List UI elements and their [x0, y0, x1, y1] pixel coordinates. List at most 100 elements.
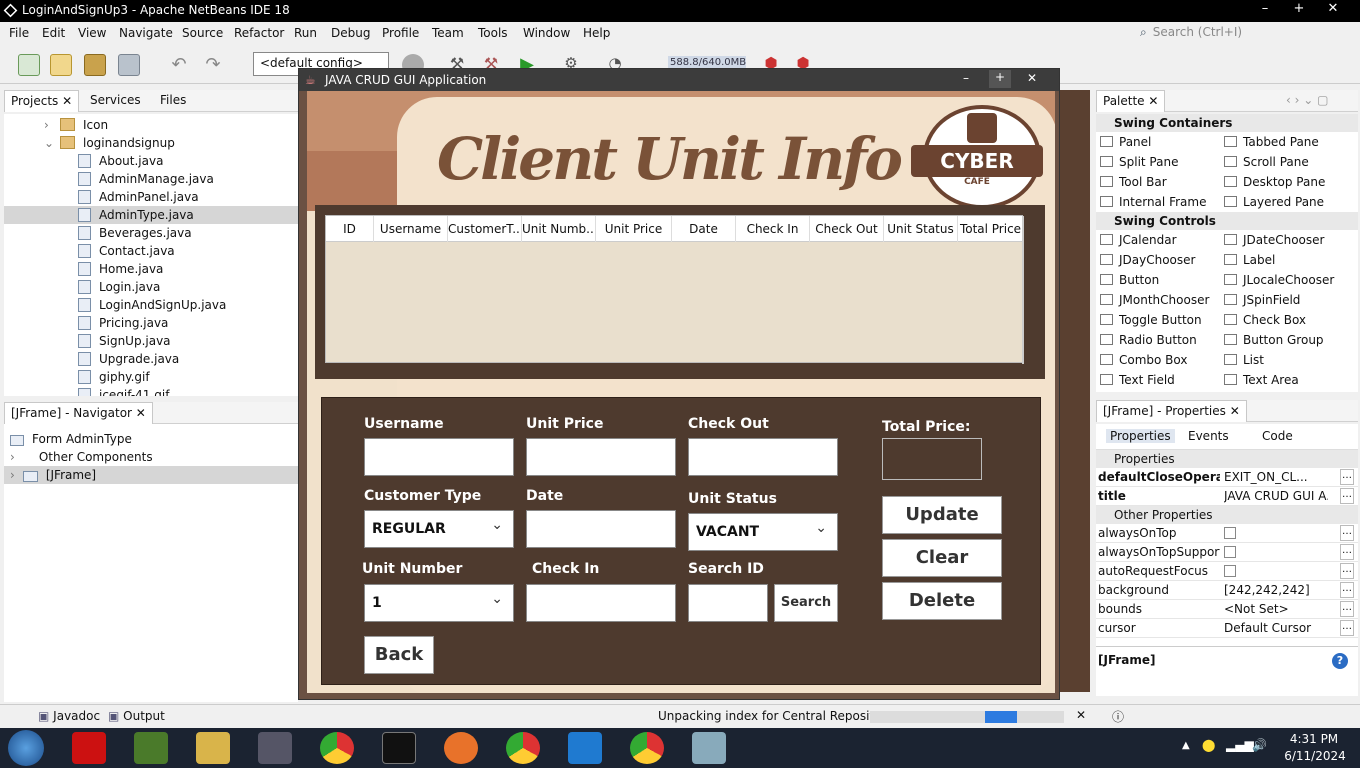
col-unit-status[interactable]: Unit Status — [884, 216, 958, 242]
close-icon[interactable]: ✕ — [1148, 94, 1158, 108]
tree-item[interactable]: AdminManage.java — [4, 170, 298, 188]
tree-item[interactable]: ⌄ loginandsignup — [4, 134, 298, 152]
nav-item-form[interactable]: Form AdminType — [4, 430, 298, 448]
new-file-icon[interactable] — [18, 54, 40, 76]
tree-item[interactable]: Contact.java — [4, 242, 298, 260]
clock-time[interactable]: 4:31 PM — [1288, 732, 1340, 746]
ellipsis-button[interactable]: … — [1340, 582, 1354, 598]
palette-item[interactable]: Tool Bar — [1100, 172, 1224, 192]
col-check-out[interactable]: Check Out — [810, 216, 884, 242]
checkbox[interactable] — [1224, 527, 1236, 539]
tree-item[interactable]: Upgrade.java — [4, 350, 298, 368]
tree-item[interactable]: › Icon — [4, 116, 298, 134]
palette-item[interactable]: Layered Pane — [1224, 192, 1348, 212]
palette-item[interactable]: Radio Button — [1100, 330, 1224, 350]
palette-item[interactable]: Check Box — [1224, 310, 1348, 330]
ellipsis-button[interactable]: … — [1340, 469, 1354, 485]
property-section[interactable]: Other Properties — [1096, 506, 1358, 524]
undo-icon[interactable]: ↶ — [168, 54, 190, 76]
ellipsis-button[interactable]: … — [1340, 525, 1354, 541]
start-button[interactable] — [8, 730, 44, 766]
ide-search[interactable]: ⌕ Search (Ctrl+I) — [1140, 25, 1350, 43]
check-in-field[interactable] — [526, 584, 676, 622]
property-section[interactable]: Properties — [1096, 450, 1358, 468]
taskbar-app-icon[interactable] — [72, 732, 106, 764]
checkbox[interactable] — [1224, 546, 1236, 558]
tree-item[interactable]: icegif-41.gif — [4, 386, 298, 396]
property-value[interactable]: <Not Set> — [1224, 600, 1328, 618]
menu-edit[interactable]: Edit — [42, 26, 65, 40]
palette-item[interactable]: Text Area — [1224, 370, 1348, 390]
palette-item[interactable]: JSpinField — [1224, 290, 1348, 310]
palette-item[interactable]: Label — [1224, 250, 1348, 270]
notifications-icon[interactable]: ⓘ — [1112, 708, 1124, 725]
menu-help[interactable]: Help — [583, 26, 610, 40]
firefox-icon[interactable] — [444, 732, 478, 764]
property-row[interactable]: defaultCloseOperationEXIT_ON_CL...… — [1096, 468, 1358, 487]
taskbar-app-icon[interactable] — [134, 732, 168, 764]
back-button[interactable]: Back — [364, 636, 434, 674]
close-icon[interactable]: ✕ — [136, 406, 146, 420]
tab-properties-panel[interactable]: [JFrame] - Properties ✕ — [1096, 400, 1247, 422]
palette-group[interactable]: Swing Containers — [1096, 114, 1358, 132]
unit-status-select[interactable]: VACANT — [688, 513, 838, 551]
property-row[interactable]: background [242,242,242]… — [1096, 581, 1358, 600]
tree-item[interactable]: Beverages.java — [4, 224, 298, 242]
maximize-button[interactable]: + — [1282, 1, 1316, 16]
menu-debug[interactable]: Debug — [331, 26, 370, 40]
palette-item[interactable]: List — [1224, 350, 1348, 370]
clock-date[interactable]: 6/11/2024 — [1280, 749, 1350, 763]
palette-item[interactable]: Internal Frame — [1100, 192, 1224, 212]
open-project-icon[interactable] — [84, 54, 106, 76]
app-maximize-button[interactable]: + — [989, 70, 1011, 88]
ellipsis-button[interactable]: … — [1340, 544, 1354, 560]
menu-profile[interactable]: Profile — [382, 26, 419, 40]
network-icon[interactable]: ▂▄▆ — [1226, 738, 1254, 752]
col-unit-number[interactable]: Unit Numb... — [522, 216, 596, 242]
minimize-button[interactable]: – — [1248, 1, 1282, 16]
palette-group[interactable]: Swing Controls — [1096, 212, 1358, 230]
menu-team[interactable]: Team — [432, 26, 464, 40]
volume-icon[interactable]: 🔊 — [1252, 738, 1267, 752]
palette-item[interactable]: JDateChooser — [1224, 230, 1348, 250]
menu-tools[interactable]: Tools — [478, 26, 508, 40]
nav-arrows-icon[interactable]: ‹ › ⌄ ▢ — [1286, 93, 1328, 107]
app-minimize-button[interactable]: – — [963, 71, 969, 85]
tree-item[interactable]: LoginAndSignUp.java — [4, 296, 298, 314]
file-explorer-icon[interactable] — [196, 732, 230, 764]
output-tab[interactable]: ▣ Output — [108, 709, 165, 723]
search-id-field[interactable] — [688, 584, 768, 622]
checkbox[interactable] — [1224, 565, 1236, 577]
app-close-button[interactable]: ✕ — [1027, 71, 1037, 85]
property-row[interactable]: alwaysOnTopSupported… — [1096, 543, 1358, 562]
unit-price-field[interactable] — [526, 438, 676, 476]
palette-item[interactable]: Desktop Pane — [1224, 172, 1348, 192]
tab-files[interactable]: Files — [154, 90, 192, 112]
ellipsis-button[interactable]: … — [1340, 563, 1354, 579]
vscode-icon[interactable] — [568, 732, 602, 764]
expand-icon[interactable]: › — [10, 468, 15, 482]
unit-number-select[interactable]: 1 — [364, 584, 514, 622]
tab-code[interactable]: Code — [1262, 429, 1293, 443]
tree-item[interactable]: SignUp.java — [4, 332, 298, 350]
chrome-icon[interactable] — [506, 732, 540, 764]
tab-palette[interactable]: Palette ✕ — [1096, 90, 1166, 112]
check-out-field[interactable] — [688, 438, 838, 476]
camera-icon[interactable] — [258, 732, 292, 764]
palette-item[interactable]: Panel — [1100, 132, 1224, 152]
menu-file[interactable]: File — [9, 26, 29, 40]
menu-navigate[interactable]: Navigate — [119, 26, 173, 40]
palette-item[interactable]: JDayChooser — [1100, 250, 1224, 270]
netbeans-taskbar-icon[interactable] — [692, 732, 726, 764]
tree-item[interactable]: AdminPanel.java — [4, 188, 298, 206]
property-value[interactable]: Default Cursor — [1224, 619, 1328, 637]
palette-item[interactable]: JMonthChooser — [1100, 290, 1224, 310]
tree-item[interactable]: Login.java — [4, 278, 298, 296]
property-value[interactable]: [242,242,242] — [1224, 581, 1328, 599]
menu-source[interactable]: Source — [182, 26, 223, 40]
col-date[interactable]: Date — [672, 216, 736, 242]
tab-events[interactable]: Events — [1188, 429, 1229, 443]
clear-button[interactable]: Clear — [882, 539, 1002, 577]
col-id[interactable]: ID — [326, 216, 374, 242]
chrome-icon[interactable] — [320, 732, 354, 764]
